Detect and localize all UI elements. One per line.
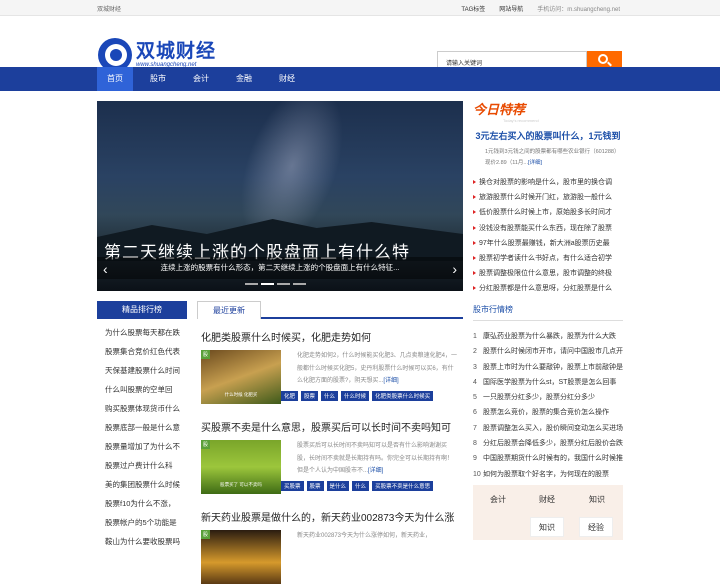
today-headline[interactable]: 3元左右买入的股票叫什么，1元钱到 — [473, 129, 623, 142]
tag-chip[interactable]: 知识 — [530, 517, 564, 537]
list-item[interactable]: 10 如何为股票取个好名字，为何现在的股票 — [473, 467, 623, 482]
list-item[interactable]: 分红股票都是什么意思呀，分红股票是什么 — [473, 281, 623, 296]
article-item: 买股票不卖是什么意思，股票买后可以长时间不卖吗知可 股 股票买了 可以不卖吗 股… — [197, 419, 463, 494]
today-more-link[interactable]: [详细] — [528, 160, 542, 166]
tag-chip[interactable]: 化肥类股票什么时候买 — [372, 391, 434, 401]
list-item[interactable]: 8 分红后股票会降低多少，股票分红后股价会跌 — [473, 436, 623, 451]
nav-accounting[interactable]: 会计 — [183, 67, 219, 91]
tag-chip[interactable]: 什么 — [352, 481, 370, 491]
list-item[interactable]: 天保基建股票什么时间 — [105, 361, 187, 380]
list-item[interactable]: 股票f10为什么不涨， — [105, 494, 187, 513]
tag-chip[interactable]: 股票 — [306, 481, 324, 491]
list-item[interactable]: 97年什么股票最赚钱，新大洲a股票历史最 — [473, 236, 623, 251]
tag-chip[interactable]: 化肥 — [281, 391, 299, 401]
article-tags: 买股票 股票 是什么 什么 买股票不卖是什么意思 — [281, 481, 463, 491]
more-link[interactable]: [详细] — [383, 378, 398, 384]
list-item[interactable]: 为什么股票每天都在跌 — [105, 323, 187, 342]
list-item[interactable]: 股票集合竞价红色代表 — [105, 342, 187, 361]
stock-ranking: 股市行情榜 1 康弘药业股票为什么暴跌，股票为什么大跌 2 股票什么时候闭市开市，请… — [473, 304, 623, 482]
tag-chip[interactable]: 买股票不卖是什么意思 — [372, 481, 434, 491]
nav-economy[interactable]: 财经 — [269, 67, 305, 91]
nav-home[interactable]: 首页 — [97, 67, 133, 91]
header: 双城财经 www.shuangcheng.net 请输入关键词 — [0, 16, 720, 72]
list-item[interactable]: 9 中国股票期货什么时候有的，我国什么时候推 — [473, 451, 623, 466]
top-bar: 双城财经 TAG标签 网站导航 手机访问：m.shuangcheng.net — [0, 0, 720, 16]
slider-dot[interactable] — [245, 283, 258, 285]
article-item: 新天药业股票是做什么的，新天药业002873今天为什么涨 股 新天药业00287… — [197, 509, 463, 584]
list-item[interactable]: 1 康弘药业股票为什么暴跌，股票为什么大跌 — [473, 329, 623, 344]
site-name-small[interactable]: 双城财经 — [97, 4, 121, 13]
article-title[interactable]: 买股票不卖是什么意思，股票买后可以长时间不卖吗知可 — [201, 419, 463, 434]
rank-list: 精品排行榜 为什么股票每天都在跌 股票集合竞价红色代表 天保基建股票什么时间 什… — [97, 301, 187, 551]
today-recommend: 今日特荐 Today's recommend 3元左右买入的股票叫什么，1元钱到… — [473, 99, 623, 297]
article-tags: 化肥 股票 什么 什么时候 化肥类股票什么时候买 — [281, 391, 463, 401]
list-item[interactable]: 3 股票上市时为什么要敲钟，股票上市前敲钟是 — [473, 360, 623, 375]
next-arrow-icon[interactable]: › — [452, 261, 457, 277]
list-item[interactable]: 7 股票调整怎么买入，股价瞬间变动怎么买进场 — [473, 421, 623, 436]
tag-chip[interactable]: 是什么 — [326, 481, 350, 491]
tag-chip[interactable]: 什么 — [321, 391, 339, 401]
slider-dot[interactable] — [293, 283, 306, 285]
list-item[interactable]: 什么叫股票的空单回 — [105, 380, 187, 399]
latest-updates: 最近更新 化肥类股票什么时候买，化肥走势如何 股 什么时候 化肥买 化肥走势如何… — [197, 301, 463, 584]
mobile-link[interactable]: 手机访问：m.shuangcheng.net — [537, 4, 620, 13]
slider-dot[interactable] — [261, 283, 274, 285]
list-item[interactable]: 4 国际医学股票为什么st，ST股票是怎么回事 — [473, 375, 623, 390]
tag-cloud: 会计 财经 知识 知识 经验 — [473, 485, 623, 540]
nav-finance[interactable]: 金融 — [226, 67, 262, 91]
tag-chip[interactable]: 什么时候 — [341, 391, 370, 401]
banner-slider[interactable]: 第二天继续上涨的个股盘面上有什么特 连续上涨的股票有什么形态，第二天继续上涨的个… — [97, 101, 463, 291]
tag-link[interactable]: TAG标签 — [461, 4, 485, 13]
more-link[interactable]: [详细] — [368, 468, 383, 474]
article-item: 化肥类股票什么时候买，化肥走势如何 股 什么时候 化肥买 化肥走势如何2，什么时… — [197, 329, 463, 404]
article-thumbnail[interactable]: 股 — [201, 530, 281, 584]
prev-arrow-icon[interactable]: ‹ — [103, 261, 108, 277]
list-item[interactable]: 鞍山为什么要收股票吗 — [105, 532, 187, 551]
tag-chip[interactable]: 会计 — [490, 494, 506, 505]
article-thumbnail[interactable]: 股 什么时候 化肥买 — [201, 350, 281, 404]
list-item[interactable]: 股票底部一般是什么意 — [105, 418, 187, 437]
article-excerpt: 新天药业002873今天为什么涨停如何，新天药业， — [297, 533, 432, 539]
tab-latest[interactable]: 最近更新 — [197, 301, 261, 319]
article-thumbnail[interactable]: 股 股票买了 可以不卖吗 — [201, 440, 281, 494]
nav-stock[interactable]: 股市 — [140, 67, 176, 91]
stock-ranking-title: 股市行情榜 — [473, 304, 623, 321]
tag-chip[interactable]: 买股票 — [281, 481, 304, 491]
list-item[interactable]: 低价股票什么时候上市，原始股多长时间才 — [473, 205, 623, 220]
tag-chip[interactable]: 经验 — [579, 517, 613, 537]
list-item[interactable]: 没钱没有股票能买什么东西，现在除了股票 — [473, 221, 623, 236]
article-title[interactable]: 化肥类股票什么时候买，化肥走势如何 — [201, 329, 463, 344]
list-item[interactable]: 2 股票什么时候闭市开市，请问中国股市几点开 — [473, 344, 623, 359]
slider-dot[interactable] — [277, 283, 290, 285]
list-item[interactable]: 股票调整极限位什么意思，股市调整的终极 — [473, 266, 623, 281]
list-item[interactable]: 股票帐户的5个功能是 — [105, 513, 187, 532]
rank-title: 精品排行榜 — [97, 301, 187, 319]
list-item[interactable]: 旅游股票什么时候开门红，旅游股一般什么 — [473, 190, 623, 205]
list-item[interactable]: 股票初学者读什么书好点，有什么适合初学 — [473, 251, 623, 266]
today-desc: 1元钱到3元钱之间的股票都有哪些农业银行（601288）现价2.89（11月..… — [485, 149, 620, 166]
list-item[interactable]: 购买股票体现货币什么 — [105, 399, 187, 418]
list-item[interactable]: 美的集团股票什么时候 — [105, 475, 187, 494]
tag-chip[interactable]: 财经 — [539, 494, 555, 505]
today-badge: 今日特荐 — [473, 102, 526, 117]
list-item[interactable]: 5 一只股票分红多少，股票分红分多少 — [473, 390, 623, 405]
tag-chip[interactable]: 股票 — [301, 391, 319, 401]
site-nav-link[interactable]: 网站导航 — [499, 4, 523, 13]
tag-chip[interactable]: 知识 — [589, 494, 605, 505]
article-excerpt: 化肥走势如何2，什么时候能买化肥3、几点卖粮速化肥4，一般都什么时候买化肥5，史… — [297, 353, 457, 384]
main-nav: 首页 股市 会计 金融 财经 — [0, 67, 720, 91]
slider-dots — [245, 283, 306, 285]
logo-text: 双城财经 — [136, 41, 217, 62]
list-item[interactable]: 6 股票怎么竞价，股票的集合竞价怎么操作 — [473, 405, 623, 420]
banner-caption[interactable]: 连续上涨的股票有什么形态，第二天继续上涨的个股盘面上有什么特征... — [97, 257, 463, 279]
list-item[interactable]: 换仓对股票的影响是什么，股市里的换仓调 — [473, 175, 623, 190]
today-badge-en: Today's recommend — [503, 118, 539, 123]
list-item[interactable]: 股票量增加了为什么不 — [105, 437, 187, 456]
article-title[interactable]: 新天药业股票是做什么的，新天药业002873今天为什么涨 — [201, 509, 463, 524]
list-item[interactable]: 股票过户费计什么科 — [105, 456, 187, 475]
article-excerpt: 股票买后可以长时间不卖吗知可以是否有什么影响谢谢买股，长时间不卖就是长期持有吗。… — [297, 443, 454, 474]
